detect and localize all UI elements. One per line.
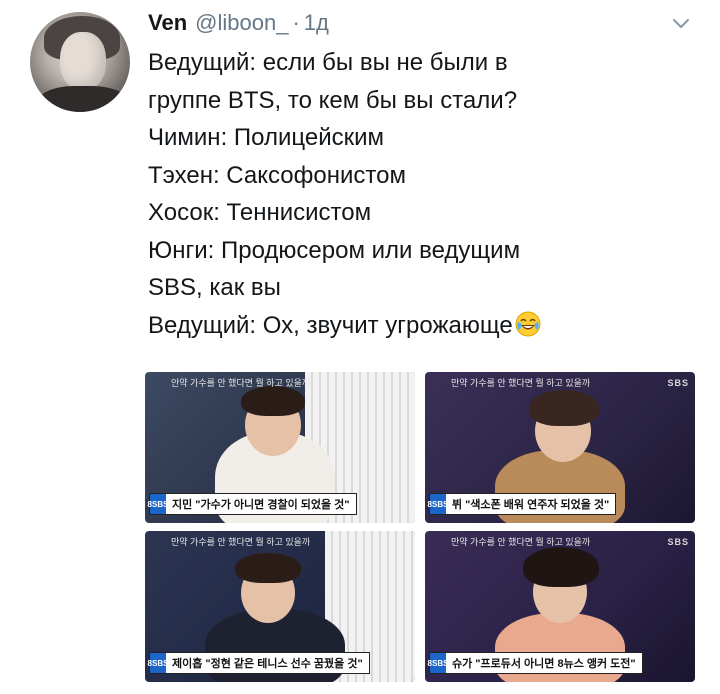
subtitle-bar: 8SBS 슈가 "프로듀서 아니면 8뉴스 앵커 도전": [428, 652, 643, 674]
top-caption: 만약 가수를 안 했다면 뭘 하고 있을까: [171, 537, 311, 547]
author-avatar[interactable]: [30, 12, 130, 112]
tweet-header: Ven @liboon_ · 1д: [148, 10, 329, 40]
face-with-tears-of-joy-icon: [515, 311, 541, 337]
tweet-line: Чимин: Полицейским: [148, 124, 385, 151]
tweet-line: группе BTS, то кем бы вы стали?: [148, 86, 518, 114]
sbs-logo-icon: 8SBS: [428, 653, 448, 673]
person-hair: [241, 386, 305, 416]
sbs-logo-icon: 8SBS: [428, 494, 448, 514]
tweet-line: SBS, как вы: [148, 274, 281, 301]
avatar-face: [60, 32, 106, 90]
tweet-line: Тэхен: Саксофонистом: [148, 161, 406, 189]
tweet-line: Хосок: Теннисистом: [148, 199, 372, 226]
avatar-body: [38, 86, 128, 112]
media-image-1[interactable]: 안약 가수를 안 했다면 뭘 하고 있을까 8SBS 지민 "가수가 아니면 경…: [145, 372, 415, 523]
person-hair: [235, 553, 301, 583]
subtitle-caption: 지민 "가수가 아니면 경찰이 되었을 것": [172, 499, 350, 511]
header-separator: ·: [292, 10, 300, 35]
tweet-line: Юнги: Продюсером или ведущим: [148, 236, 521, 264]
media-image-4[interactable]: 만약 가수를 안 했다면 뭘 하고 있을까 SBS 8SBS 슈가 "프로듀서 …: [425, 531, 695, 682]
sbs-logo-icon: 8SBS: [148, 494, 168, 514]
subtitle-caption: 슈가 "프로듀서 아니면 8뉴스 앵커 도전": [452, 658, 636, 670]
sbs-watermark: SBS: [667, 378, 689, 388]
tweet-line: Ведущий: если бы вы не были в: [148, 49, 508, 76]
author-name[interactable]: Ven: [148, 10, 187, 36]
tweet-media-grid[interactable]: 안약 가수를 안 했다면 뭘 하고 있을까 8SBS 지민 "가수가 아니면 경…: [145, 372, 703, 682]
tweet-line: Ведущий: Ох, звучит угрожающе: [148, 311, 513, 339]
tweet-text: Ведущий: если бы вы не были в группе BTS…: [148, 44, 708, 344]
media-image-2[interactable]: 만약 가수를 안 했다면 뭘 하고 있을까 SBS 8SBS 뷔 "색소폰 배워…: [425, 372, 695, 523]
subtitle-bar: 8SBS 뷔 "색소폰 배워 연주자 되었을 것": [428, 493, 617, 515]
tweet-timestamp[interactable]: 1д: [304, 10, 329, 36]
top-caption: 만약 가수를 안 했다면 뭘 하고 있을까: [451, 537, 591, 547]
subtitle-bar: 8SBS 제이홉 "정현 같은 테니스 선수 꿈꿨을 것": [148, 652, 370, 674]
subtitle-caption: 뷔 "색소폰 배워 연주자 되었을 것": [452, 499, 610, 511]
subtitle-bar: 8SBS 지민 "가수가 아니면 경찰이 되었을 것": [148, 493, 357, 515]
sbs-watermark: SBS: [667, 537, 689, 547]
chevron-down-icon[interactable]: [672, 14, 690, 32]
subtitle-caption: 제이홉 "정현 같은 테니스 선수 꿈꿨을 것": [172, 658, 363, 670]
tweet-last-line: Ведущий: Ох, звучит угрожающе: [148, 307, 708, 345]
media-image-3[interactable]: 만약 가수를 안 했다면 뭘 하고 있을까 8SBS 제이홉 "정현 같은 테니…: [145, 531, 415, 682]
top-caption: 안약 가수를 안 했다면 뭘 하고 있을까: [171, 378, 311, 388]
sbs-logo-icon: 8SBS: [148, 653, 168, 673]
top-caption: 만약 가수를 안 했다면 뭘 하고 있을까: [451, 378, 591, 388]
person-hair: [529, 390, 599, 426]
person-hair: [523, 547, 599, 587]
author-handle[interactable]: @liboon_: [195, 10, 288, 36]
